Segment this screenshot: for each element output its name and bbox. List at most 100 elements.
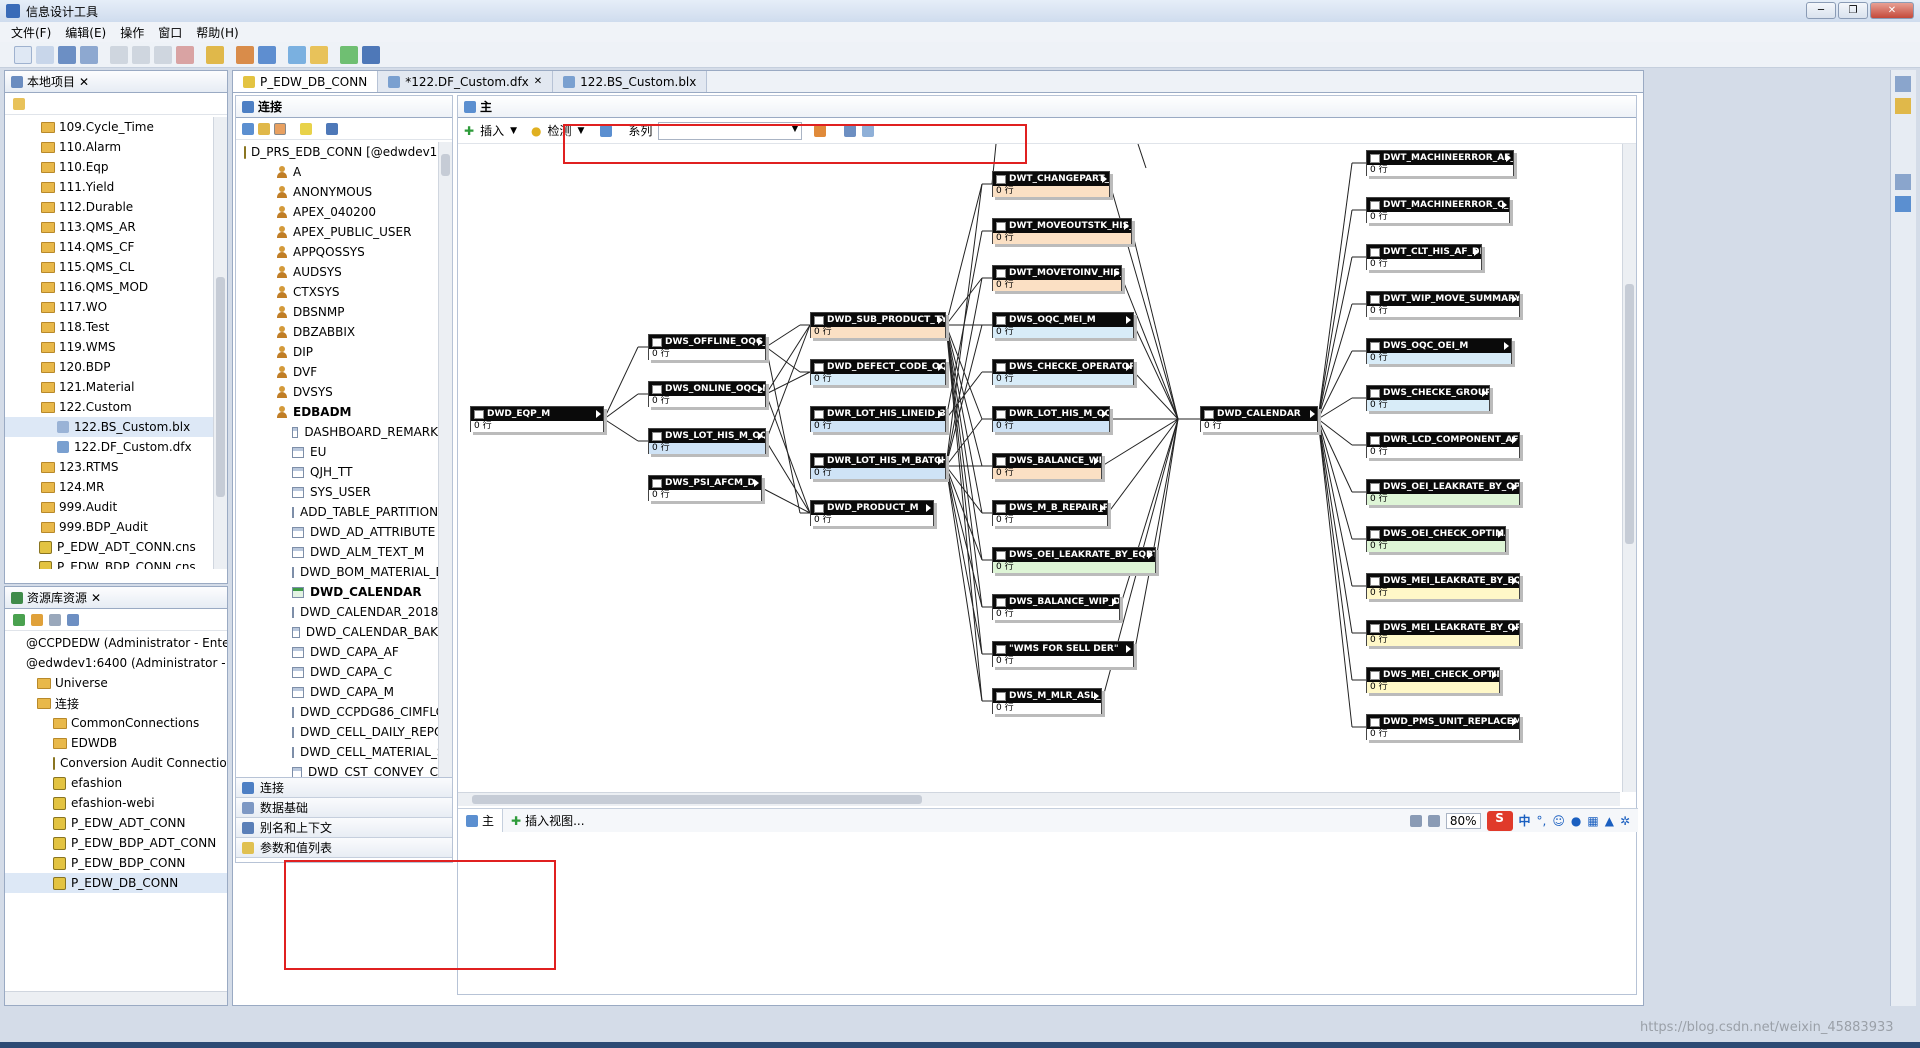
table-node[interactable]: DWT_MACHINEERROR_C_DER0 行 bbox=[1366, 197, 1510, 223]
schema-item[interactable]: APEX_PUBLIC_USER bbox=[236, 222, 438, 242]
delete-icon[interactable] bbox=[176, 45, 194, 64]
schema-item[interactable]: APEX_040200 bbox=[236, 202, 438, 222]
table-node[interactable]: DWS_LOT_HIS_M_OQC 0 行 bbox=[648, 428, 766, 454]
project-item[interactable]: 124.MR bbox=[5, 477, 213, 497]
minimize-button[interactable]: ─ bbox=[1806, 2, 1836, 19]
project-item[interactable]: 122.BS_Custom.blx bbox=[5, 417, 213, 437]
table-node[interactable]: DWD_PMS_UNIT_REPLACEMENT_DER0 行 bbox=[1366, 714, 1520, 740]
save-all-icon[interactable] bbox=[80, 45, 98, 64]
table-item[interactable]: DWD_CELL_MATERIAL_STAND bbox=[236, 742, 438, 762]
project-item[interactable]: 119.WMS bbox=[5, 337, 213, 357]
join-line[interactable] bbox=[603, 346, 639, 420]
join-line[interactable] bbox=[765, 393, 811, 514]
shirt-icon[interactable]: ▲ bbox=[1605, 814, 1614, 828]
new-icon[interactable] bbox=[14, 45, 32, 64]
table-node[interactable]: DWD_DEFECT_CODE_OQC 0 行 bbox=[810, 359, 946, 385]
project-item[interactable]: 116.QMS_MOD bbox=[5, 277, 213, 297]
project-item[interactable]: 110.Eqp bbox=[5, 157, 213, 177]
close-icon[interactable]: ✕ bbox=[534, 76, 542, 87]
table-node[interactable]: DWS_BALANCE_WIP_DER0 行 bbox=[992, 594, 1120, 620]
table-node[interactable]: DWT_MOVETOINV_HIS_M0 行 bbox=[992, 265, 1122, 291]
schema-item[interactable]: ANONYMOUS bbox=[236, 182, 438, 202]
table-node[interactable]: DWS_MEI_LEAKRATE_BY_OPERATOR0 行 bbox=[1366, 620, 1520, 646]
user-filter-icon[interactable] bbox=[274, 122, 286, 135]
repository-item[interactable]: CommonConnections bbox=[5, 713, 227, 733]
close-button[interactable]: ✕ bbox=[1870, 2, 1914, 19]
join-line[interactable] bbox=[1107, 418, 1179, 514]
delete-x-icon[interactable] bbox=[67, 613, 79, 626]
join-line[interactable] bbox=[1317, 256, 1353, 420]
join-line[interactable] bbox=[945, 324, 983, 702]
ime-lang[interactable]: 中 bbox=[1519, 812, 1531, 829]
project-item[interactable]: 122.DF_Custom.dfx bbox=[5, 437, 213, 457]
copy-icon[interactable] bbox=[132, 45, 150, 64]
chevron-down-icon[interactable]: ▼ bbox=[510, 126, 517, 136]
schema-item[interactable]: A bbox=[236, 162, 438, 182]
table-item[interactable]: DWD_CCPDG86_CIMFLOW_A bbox=[236, 702, 438, 722]
table-node[interactable]: DWS_CHECKE_GROUP_M0 行 bbox=[1366, 385, 1490, 411]
schema-item[interactable]: DIP bbox=[236, 342, 438, 362]
menu-action[interactable]: 操作 bbox=[113, 24, 151, 41]
table-item[interactable]: DWD_BOM_MATERIAL_BUCK bbox=[236, 562, 438, 582]
project-item[interactable]: 115.QMS_CL bbox=[5, 257, 213, 277]
table-node[interactable]: DWS_CHECKE_OPERATOR_M0 行 bbox=[992, 359, 1134, 385]
project-item[interactable]: P_EDW_ADT_CONN.cns bbox=[5, 537, 213, 557]
schema-item[interactable]: CTXSYS bbox=[236, 282, 438, 302]
table-node[interactable]: DWS_OEI_CHECK_OPTIMAL 0 行 bbox=[1366, 526, 1506, 552]
restore-icon[interactable] bbox=[1895, 76, 1911, 92]
project-item[interactable]: 122.Custom bbox=[5, 397, 213, 417]
join-line[interactable] bbox=[765, 324, 801, 348]
save-icon[interactable] bbox=[58, 45, 76, 64]
join-line[interactable] bbox=[1137, 144, 1147, 169]
menu-file[interactable]: 文件(F) bbox=[4, 24, 58, 41]
tab-insert-view[interactable]: ✚ 插入视图... bbox=[503, 812, 593, 829]
keyboard-icon[interactable]: ▦ bbox=[1587, 814, 1598, 828]
cut-icon[interactable] bbox=[110, 45, 128, 64]
table-item[interactable]: DASHBOARD_REMARK bbox=[236, 422, 438, 442]
maximize-button[interactable]: ❐ bbox=[1838, 2, 1868, 19]
add-icon[interactable] bbox=[13, 613, 25, 626]
paste-icon[interactable] bbox=[154, 45, 172, 64]
repository-item[interactable]: @CCPDEDW (Administrator - Enterpris bbox=[5, 633, 227, 653]
table-node[interactable]: DWS_OQC_OEI_M 0 行 bbox=[1366, 338, 1512, 364]
join-line[interactable] bbox=[1317, 418, 1353, 446]
view-icon[interactable] bbox=[258, 45, 276, 64]
layout-icon[interactable] bbox=[236, 45, 254, 64]
table-item[interactable]: DWD_CAPA_M bbox=[236, 682, 438, 702]
table-item[interactable]: DWD_ALM_TEXT_M bbox=[236, 542, 438, 562]
chevron-down-icon[interactable]: ▼ bbox=[578, 126, 585, 136]
tools-icon[interactable]: ✲ bbox=[1620, 814, 1630, 828]
project-item[interactable]: 999.BDP_Audit bbox=[5, 517, 213, 537]
project-item[interactable]: 120.BDP bbox=[5, 357, 213, 377]
highlight-icon[interactable] bbox=[814, 124, 827, 137]
table-item[interactable]: DWD_CALENDAR_BAK bbox=[236, 622, 438, 642]
join-line[interactable] bbox=[1317, 418, 1353, 540]
table-node[interactable]: DWS_ONLINE_OQC_M 0 行 bbox=[648, 381, 766, 407]
join-line[interactable] bbox=[1133, 418, 1179, 655]
local-projects-scrollbar[interactable] bbox=[213, 117, 227, 569]
nav-parameters-lov[interactable]: 参数和值列表 bbox=[236, 838, 452, 858]
schema-item[interactable]: DVF bbox=[236, 362, 438, 382]
project-item[interactable]: 109.Cycle_Time bbox=[5, 117, 213, 137]
join-line[interactable] bbox=[1317, 418, 1353, 681]
diagram-canvas[interactable]: DWD_EQP_M 0 行 DWS_OFFLINE_OQC_M 0 行 DWS_ONLI… bbox=[458, 144, 1620, 792]
tab-main[interactable]: 主 bbox=[458, 809, 504, 832]
join-line[interactable] bbox=[945, 324, 983, 561]
table-item[interactable]: DWD_CALENDAR_2018 bbox=[236, 602, 438, 622]
join-line[interactable] bbox=[1317, 209, 1353, 420]
ime-punct[interactable]: °, bbox=[1537, 814, 1547, 828]
join-line[interactable] bbox=[603, 393, 639, 420]
repository-tab[interactable]: 资源库资源 ✕ bbox=[5, 587, 227, 609]
join-line[interactable] bbox=[945, 277, 983, 326]
zoom-fit-icon[interactable] bbox=[1427, 814, 1440, 827]
nav-aliases-contexts[interactable]: 别名和上下文 bbox=[236, 818, 452, 838]
table-node[interactable]: DWT_WIP_MOVE_SUMMARY_CL_DER0 行 bbox=[1366, 291, 1520, 317]
publish-icon[interactable] bbox=[206, 45, 224, 64]
table-node[interactable]: DWS_OEI_LEAKRATE_BY_EQPTYPE0 行 bbox=[992, 547, 1156, 573]
repository-item[interactable]: efashion bbox=[5, 773, 227, 793]
table-node[interactable]: DWS_OFFLINE_OQC_M 0 行 bbox=[648, 334, 766, 360]
connection-scrollbar[interactable] bbox=[438, 142, 452, 782]
table-node[interactable]: DWS_M_MLR_ASL_M 0 行 bbox=[992, 688, 1102, 714]
join-line[interactable] bbox=[1131, 230, 1179, 420]
table-node[interactable]: DWT_MACHINEERROR_AF_DER0 行 bbox=[1366, 150, 1514, 176]
